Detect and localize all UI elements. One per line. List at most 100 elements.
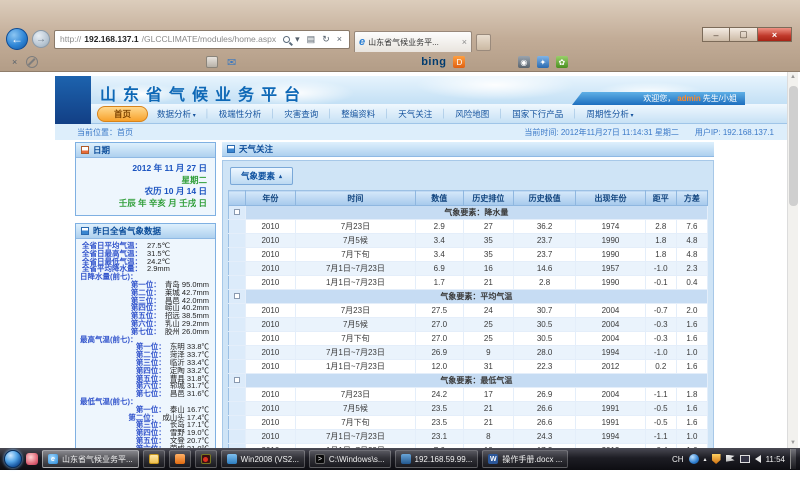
- tab-close-icon[interactable]: ×: [462, 37, 467, 47]
- checkbox[interactable]: [234, 209, 240, 215]
- blocked-icon[interactable]: [26, 56, 38, 68]
- mail-icon[interactable]: ✉: [225, 56, 238, 69]
- search-dropdown-icon[interactable]: ▾: [293, 34, 302, 45]
- nav-item-4[interactable]: 整编资料: [341, 108, 375, 120]
- table-row[interactable]: 20107月1日~7月23日23.1824.31994-1.11.0: [229, 430, 708, 444]
- checkbox[interactable]: [234, 293, 240, 299]
- search-icon[interactable]: [283, 36, 290, 43]
- addon-toolbar: × ✉ bing D ◉ ✦ ✿: [0, 52, 800, 72]
- group-label: 气象要素：降水量: [245, 206, 707, 220]
- table-cell: 26.6: [513, 416, 575, 430]
- column-header[interactable]: 方差: [676, 191, 707, 206]
- group-label: 气象要素：最低气温: [245, 374, 707, 388]
- security-tray-icon[interactable]: [712, 454, 721, 464]
- table-row[interactable]: 20101月1日~7月23日12.03122.320120.21.6: [229, 360, 708, 374]
- table-row[interactable]: 20107月1日~7月23日26.9928.01994-1.01.0: [229, 346, 708, 360]
- table-cell: 1.0: [676, 430, 707, 444]
- table-row[interactable]: 20101月1日~7月23日1.7212.81990-0.10.4: [229, 276, 708, 290]
- taskbar-button-red[interactable]: [195, 450, 217, 468]
- table-cell: 24.3: [513, 430, 575, 444]
- address-bar[interactable]: http://192.168.137.1/GLCCLIMATE/modules/…: [54, 30, 350, 49]
- minimize-button[interactable]: –: [702, 27, 730, 42]
- nav-separator: │: [384, 109, 389, 118]
- table-row[interactable]: 20107月5候23.52126.61991-0.51.6: [229, 402, 708, 416]
- volume-tray-icon[interactable]: [755, 455, 761, 463]
- language-indicator[interactable]: CH: [672, 455, 684, 464]
- column-header[interactable]: 距平: [645, 191, 676, 206]
- taskbar-button-folder[interactable]: [143, 450, 165, 468]
- nav-item-1[interactable]: 数据分析 ▾: [157, 108, 196, 120]
- scroll-down-icon[interactable]: ▼: [790, 440, 796, 446]
- taskbar-button-word[interactable]: W操作手册.docx ...: [482, 450, 568, 468]
- taskbar-button-cmd[interactable]: >C:\Windows\s...: [309, 450, 391, 468]
- paw-icon[interactable]: ✦: [537, 56, 549, 68]
- table-cell: 2010: [245, 304, 295, 318]
- close-toolbar-icon[interactable]: ×: [10, 57, 19, 67]
- table-row[interactable]: 20107月23日24.21726.92004-1.11.8: [229, 388, 708, 402]
- camera-icon[interactable]: ◉: [518, 56, 530, 68]
- weather-stat-value: 2.9mm: [147, 265, 170, 273]
- taskbar-button-ie[interactable]: e山东省气候业务平...: [42, 450, 139, 468]
- table-cell: 30.5: [513, 318, 575, 332]
- nav-item-3[interactable]: 灾害查询: [284, 108, 318, 120]
- table-row[interactable]: 20107月下旬3.43523.719901.84.8: [229, 248, 708, 262]
- refresh-icon[interactable]: ↻: [320, 34, 332, 45]
- scroll-up-icon[interactable]: ▲: [790, 74, 796, 80]
- taskbar-button-win[interactable]: Win2008 (VS2...: [221, 450, 305, 468]
- table-row[interactable]: 20107月5候27.02530.52004-0.31.6: [229, 318, 708, 332]
- taskbar-button-orange[interactable]: [169, 450, 191, 468]
- element-filter-button[interactable]: 气象要素 ▴: [230, 167, 293, 185]
- nav-item-7[interactable]: 国家下行产品: [512, 108, 563, 120]
- forward-button[interactable]: →: [32, 30, 50, 48]
- green-flower-icon[interactable]: ✿: [556, 56, 568, 68]
- page-scrollbar[interactable]: ▲ ▼: [787, 72, 798, 448]
- checkbox[interactable]: [234, 377, 240, 383]
- action-center-icon[interactable]: [726, 455, 735, 464]
- maximize-button[interactable]: ▢: [730, 27, 758, 42]
- table-row[interactable]: 20107月23日2.92736.219742.87.6: [229, 220, 708, 234]
- table-cell: 17: [463, 388, 513, 402]
- rank-label: 第七位：: [136, 390, 166, 398]
- breadcrumb: 当前位置：首页: [77, 127, 133, 138]
- column-header[interactable]: 历史排位: [463, 191, 513, 206]
- start-button[interactable]: [4, 450, 22, 468]
- scrollbar-thumb[interactable]: [789, 86, 798, 206]
- table-row[interactable]: 20107月下旬23.52126.61991-0.51.6: [229, 416, 708, 430]
- bing-logo[interactable]: bing: [421, 56, 446, 68]
- back-button[interactable]: ←: [6, 28, 28, 50]
- show-desktop-button[interactable]: [790, 449, 796, 469]
- column-header[interactable]: 出现年份: [576, 191, 645, 206]
- new-tab-button[interactable]: [476, 34, 491, 51]
- close-button[interactable]: ×: [758, 27, 792, 42]
- show-hidden-icons[interactable]: ▴: [704, 456, 707, 463]
- network-tray-icon[interactable]: [740, 455, 750, 463]
- card-icon[interactable]: [206, 56, 218, 68]
- page-icon[interactable]: ▤: [305, 34, 318, 45]
- stop-icon[interactable]: ×: [335, 34, 344, 44]
- orange-app-icon[interactable]: D: [453, 56, 465, 68]
- taskbar-button-rdp[interactable]: 192.168.59.99...: [395, 450, 479, 468]
- table-row[interactable]: 20107月5候3.43523.719901.84.8: [229, 234, 708, 248]
- group-checkbox-cell: [229, 206, 246, 220]
- column-header[interactable]: 时间: [296, 191, 416, 206]
- column-header[interactable]: 年份: [245, 191, 295, 206]
- pinned-app-icon[interactable]: [26, 453, 38, 465]
- nav-item-6[interactable]: 风险地图: [455, 108, 489, 120]
- browser-tab[interactable]: e 山东省气候业务平... ×: [354, 31, 472, 52]
- globe-tray-icon[interactable]: [689, 454, 699, 464]
- table-cell: 2010: [245, 262, 295, 276]
- clock[interactable]: 11:54: [766, 455, 785, 464]
- table-cell: 1.8: [645, 234, 676, 248]
- column-header[interactable]: 数值: [415, 191, 463, 206]
- table-cell: 2010: [245, 248, 295, 262]
- nav-item-5[interactable]: 天气关注: [398, 108, 432, 120]
- table-row[interactable]: 20107月1日~7月23日6.91614.61957-1.02.3: [229, 262, 708, 276]
- table-row[interactable]: 20107月23日27.52430.72004-0.72.0: [229, 304, 708, 318]
- nav-item-2[interactable]: 极端性分析: [219, 108, 262, 120]
- header-logo-block: [55, 76, 91, 124]
- column-header[interactable]: 历史极值: [513, 191, 575, 206]
- table-cell: 7月1日~7月23日: [296, 262, 416, 276]
- nav-item-8[interactable]: 周期性分析 ▾: [586, 108, 633, 120]
- table-row[interactable]: 20107月下旬27.02530.52004-0.31.6: [229, 332, 708, 346]
- nav-item-0[interactable]: 首页: [97, 106, 148, 122]
